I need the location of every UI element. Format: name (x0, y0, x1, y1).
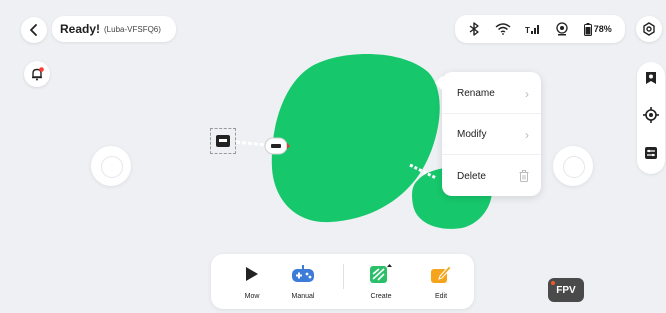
settings-icon (643, 22, 655, 36)
charging-dock[interactable] (210, 128, 236, 154)
left-joystick[interactable] (91, 146, 131, 186)
toolbar-divider (343, 264, 344, 289)
play-icon (246, 267, 258, 281)
edit-icon (431, 265, 452, 283)
bookmark-button[interactable] (644, 71, 658, 90)
right-toolbar (637, 62, 665, 174)
cellular-icon: T (525, 25, 539, 35)
mow-label: Mow (244, 293, 260, 300)
mow-button[interactable]: Mow (227, 254, 277, 309)
modify-menu-item[interactable]: Modify › (442, 115, 541, 155)
trash-icon (519, 170, 529, 182)
battery-icon (583, 22, 592, 36)
settings-button[interactable] (636, 16, 662, 42)
back-button[interactable] (21, 17, 47, 43)
create-button[interactable]: Create (356, 254, 406, 309)
system-status-bar[interactable]: T 78% (455, 15, 625, 43)
chevron-right-icon: › (525, 127, 529, 142)
battery-level: 78% (593, 24, 612, 34)
manual-label: Manual (291, 293, 315, 300)
fpv-button[interactable]: FPV (548, 278, 584, 302)
bell-icon (32, 67, 44, 81)
joystick-ring (563, 156, 585, 178)
mower-marker[interactable] (264, 136, 290, 156)
gamepad-icon (292, 265, 314, 282)
svg-text:T: T (525, 26, 530, 35)
dock-path (235, 140, 267, 147)
right-joystick[interactable] (553, 146, 593, 186)
alarm-button[interactable] (24, 61, 50, 87)
fpv-label: FPV (556, 284, 576, 296)
status-text: Ready! (60, 22, 101, 36)
wifi-icon (495, 23, 511, 35)
dock-icon (216, 135, 230, 147)
joystick-ring (101, 156, 123, 178)
device-name: (Luba-VFSFQ6) (104, 24, 161, 34)
edit-label: Edit (434, 293, 448, 300)
chevron-right-icon: › (525, 86, 529, 101)
status-pill: Ready! (Luba-VFSFQ6) (52, 16, 176, 42)
zone-context-menu: Rename › Modify › Delete (434, 72, 541, 196)
rename-menu-item[interactable]: Rename › (442, 74, 541, 114)
bluetooth-icon (469, 22, 479, 36)
create-label: Create (370, 293, 392, 300)
manual-button[interactable]: Manual (278, 254, 328, 309)
layers-icon (645, 147, 657, 160)
layers-button[interactable] (644, 146, 658, 165)
fpv-indicator-dot (551, 281, 555, 285)
back-icon (30, 24, 37, 36)
locate-button[interactable] (643, 107, 659, 128)
delete-label: Delete (457, 170, 486, 182)
edit-button[interactable]: Edit (416, 254, 466, 309)
gps-icon (556, 22, 569, 36)
delete-menu-item[interactable]: Delete (442, 156, 541, 196)
locate-icon (643, 107, 659, 124)
create-area-icon (370, 264, 392, 283)
mower-icon (264, 137, 290, 155)
modify-label: Modify (457, 129, 487, 140)
bottom-toolbar: Mow Manual Create Edit (211, 254, 474, 309)
rename-label: Rename (457, 88, 495, 99)
bookmark-icon (646, 71, 656, 84)
